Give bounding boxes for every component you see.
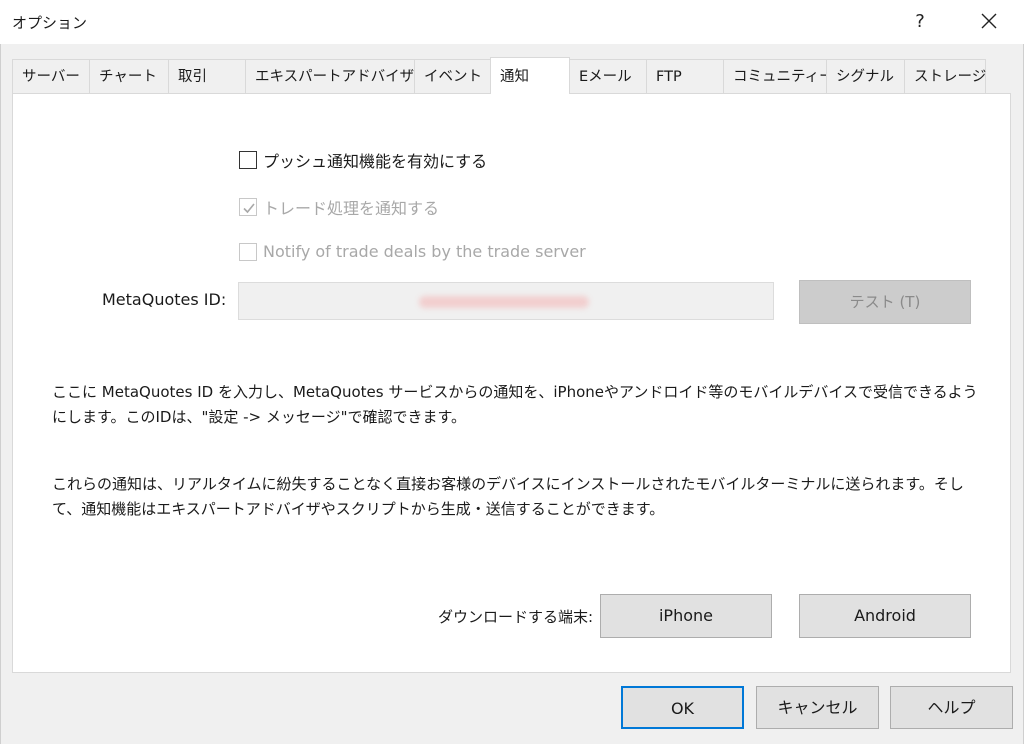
notify-deals-checkbox-row[interactable]: Notify of trade deals by the trade serve… [239,242,586,261]
tab-trade[interactable]: 取引 [168,59,246,94]
tab-events[interactable]: イベント [414,59,491,94]
tab-email[interactable]: Eメール [569,59,647,94]
notify-trades-label: トレード処理を通知する [263,199,440,218]
tab-bar: サーバー チャート 取引 エキスパートアドバイザ イベント 通知 Eメール FT… [12,57,986,94]
metaquotes-id-input[interactable] [238,282,774,320]
tab-ftp[interactable]: FTP [646,59,724,94]
window-title: オプション [12,14,88,32]
ok-button[interactable]: OK [621,686,744,729]
tab-community[interactable]: コミュニティー [723,59,834,94]
tab-storage[interactable]: ストレージ [904,59,986,94]
help-icon-button[interactable]: ? [903,8,937,36]
notify-deals-checkbox[interactable] [239,242,257,261]
tab-chart[interactable]: チャート [89,59,169,94]
enable-push-label: プッシュ通知機能を有効にする [263,152,488,171]
download-terminal-label: ダウンロードする端末: [438,608,594,626]
tab-signals[interactable]: シグナル [826,59,905,94]
cancel-button[interactable]: キャンセル [756,686,879,729]
title-bar: オプション ? [0,0,1024,44]
tab-expert-advisors[interactable]: エキスパートアドバイザ [245,59,415,94]
redacted-id-blur [419,296,589,308]
iphone-download-button[interactable]: iPhone [600,594,772,638]
enable-push-checkbox[interactable] [239,151,257,169]
notify-deals-label: Notify of trade deals by the trade serve… [263,242,586,261]
notify-trades-checkbox-row[interactable]: トレード処理を通知する [239,195,439,219]
enable-push-checkbox-row[interactable]: プッシュ通知機能を有効にする [239,148,487,172]
close-icon[interactable] [972,8,1006,36]
notify-trades-checkbox[interactable] [239,198,257,216]
tab-server[interactable]: サーバー [12,59,90,94]
tab-notifications[interactable]: 通知 [490,57,570,94]
android-download-button[interactable]: Android [799,594,971,638]
test-button[interactable]: テスト (T) [799,280,971,324]
description-paragraph-2: これらの通知は、リアルタイムに紛失することなく直接お客様のデバイスにインストール… [52,475,964,518]
metaquotes-id-label: MetaQuotes ID: [102,290,227,309]
checkmark-icon [243,203,255,214]
help-button[interactable]: ヘルプ [890,686,1013,729]
description-paragraph-1: ここに MetaQuotes ID を入力し、MetaQuotes サービスから… [52,383,978,426]
